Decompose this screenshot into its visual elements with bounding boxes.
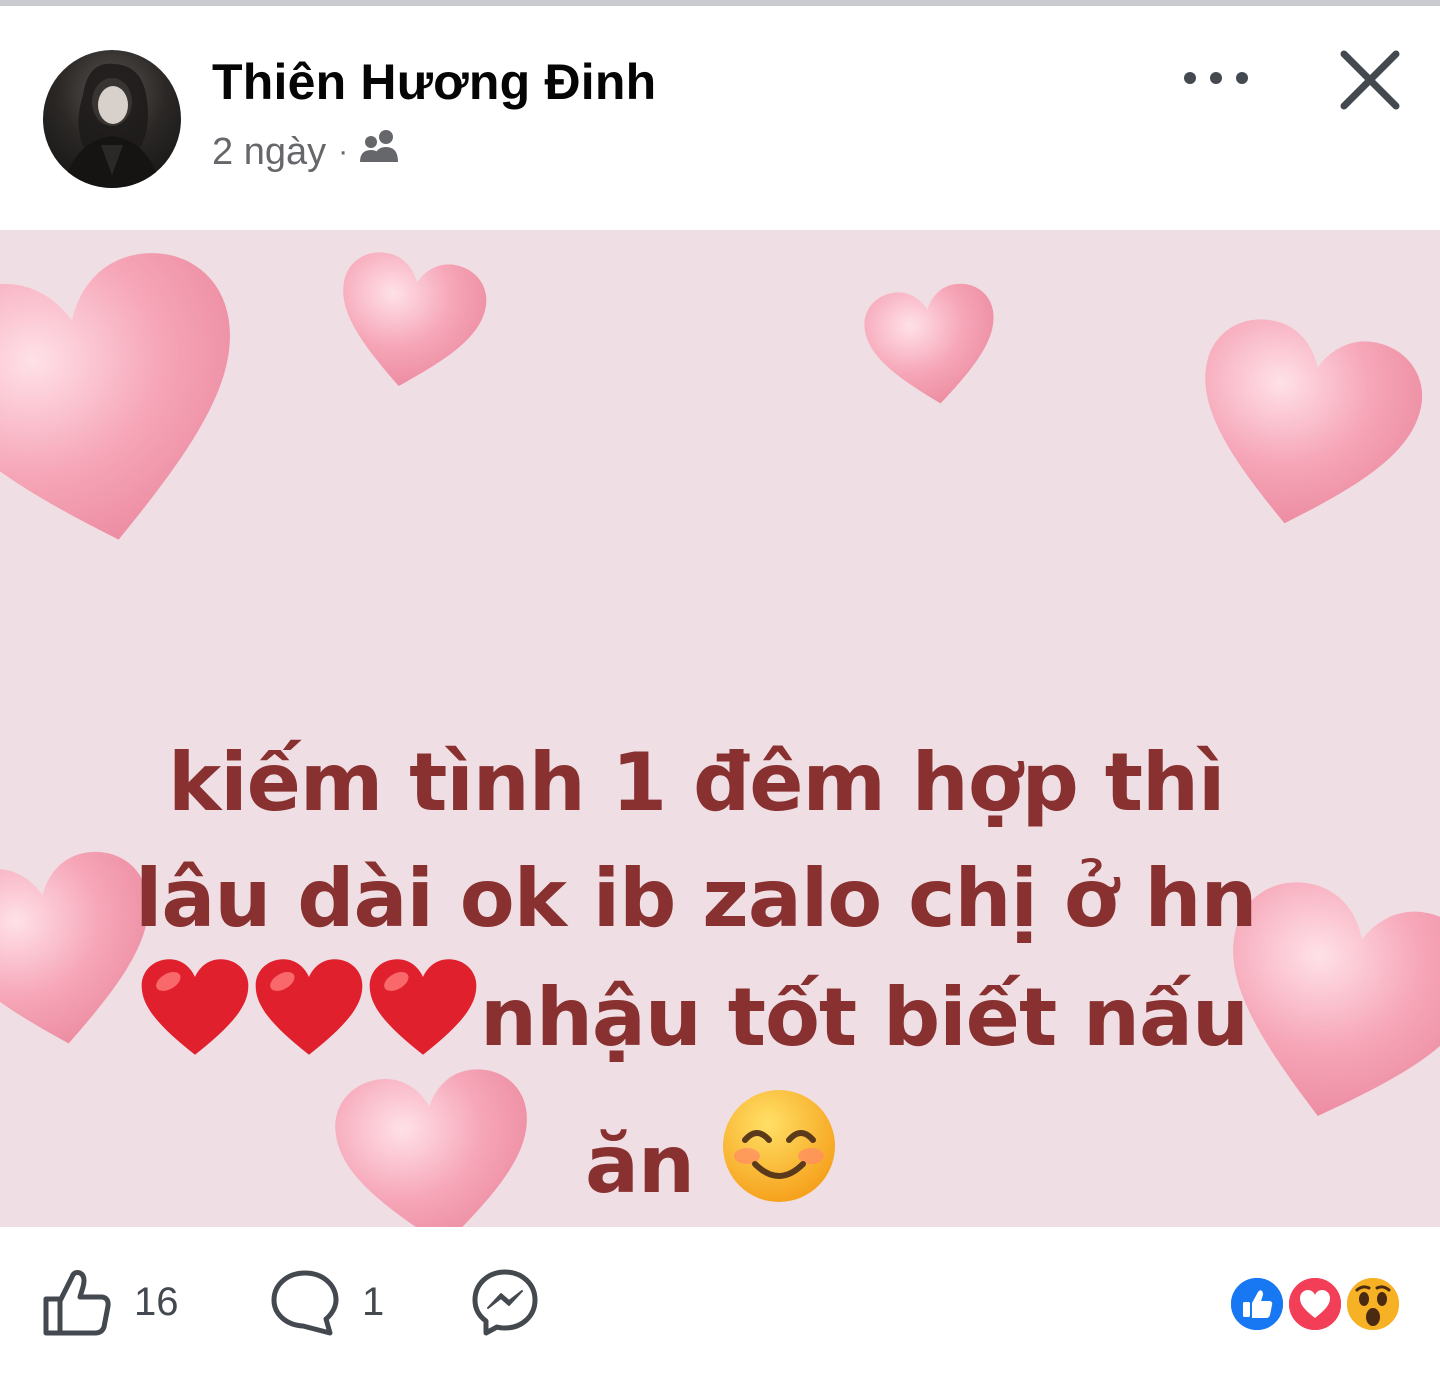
- post-text-line-3-text: nhậu tốt biết nấu: [480, 971, 1249, 1064]
- post-text: kiếm tình 1 đêm hợp thì lâu dài ok ib za…: [130, 725, 1330, 1227]
- comment-icon: [271, 1270, 339, 1336]
- post-text-line-1: kiếm tình 1 đêm hợp thì: [168, 736, 1225, 829]
- post-footer: 16 1: [0, 1227, 1440, 1378]
- reactions-summary[interactable]: [1228, 1275, 1408, 1335]
- post-time[interactable]: 2 ngày: [212, 131, 326, 174]
- comment-button[interactable]: 1: [270, 1267, 384, 1337]
- red-heart-emoji-icon: [138, 957, 252, 1088]
- messenger-icon: [472, 1269, 538, 1336]
- like-count: 16: [134, 1279, 179, 1324]
- close-icon: [1340, 50, 1400, 110]
- smiling-face-emoji-icon: [721, 1088, 837, 1227]
- post-image[interactable]: kiếm tình 1 đêm hợp thì lâu dài ok ib za…: [0, 230, 1440, 1227]
- more-icon: [1184, 72, 1248, 84]
- share-messenger-button[interactable]: [470, 1267, 540, 1337]
- meta-separator: ·: [338, 135, 349, 168]
- post-header: Thiên Hương Đinh 2 ngày ·: [0, 6, 1440, 230]
- avatar[interactable]: [43, 50, 181, 188]
- post-text-line-4: ăn: [130, 1088, 1330, 1227]
- love-reaction-icon: [1286, 1275, 1344, 1333]
- post-text-line-4-text: ăn: [585, 1118, 695, 1211]
- post-text-line-3: nhậu tốt biết nấu: [130, 957, 1330, 1088]
- red-heart-emoji-icon: [366, 957, 480, 1088]
- like-button[interactable]: 16: [42, 1267, 179, 1337]
- red-heart-emoji-icon: [252, 957, 366, 1088]
- thumbs-up-icon: [43, 1270, 111, 1336]
- like-reaction-icon: [1228, 1275, 1286, 1333]
- close-button[interactable]: [1334, 44, 1406, 116]
- more-options-button[interactable]: [1176, 58, 1256, 98]
- author-name[interactable]: Thiên Hương Đinh: [212, 53, 656, 111]
- post-meta: 2 ngày ·: [212, 130, 402, 174]
- comment-count: 1: [362, 1279, 385, 1324]
- wow-reaction-icon: [1344, 1275, 1402, 1333]
- post-text-line-2: lâu dài ok ib zalo chị ở hn: [135, 852, 1257, 945]
- friends-icon: [358, 130, 402, 174]
